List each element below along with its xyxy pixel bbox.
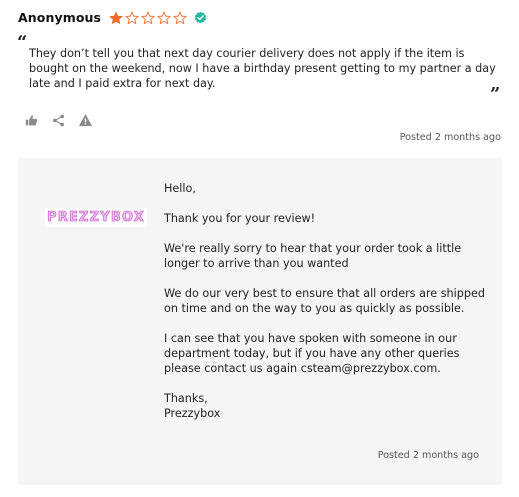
reply-paragraph: I can see that you have spoken with some… (164, 332, 460, 375)
star-empty-icon (157, 11, 171, 24)
reply-body: Hello, Thank you for your review! We're … (164, 181, 489, 421)
review-actions (25, 114, 106, 127)
star-empty-icon (141, 11, 155, 24)
reply-signature: Prezzybox (164, 407, 221, 420)
share-icon[interactable] (52, 114, 65, 127)
review-text: They don’t tell you that next day courie… (29, 47, 496, 90)
star-empty-icon (173, 11, 187, 24)
close-quote-mark: ” (490, 84, 501, 105)
star-rating (109, 11, 189, 25)
review-author: Anonymous (18, 10, 102, 25)
reply-posted-date: Posted 2 months ago (377, 450, 479, 461)
reply-greeting: Hello, (164, 182, 196, 195)
reply-paragraph: Thank you for your review! (164, 212, 316, 225)
thumbs-up-icon[interactable] (25, 114, 38, 127)
verified-check-icon (194, 11, 207, 24)
reply-paragraph: We're really sorry to hear that your ord… (164, 242, 462, 270)
reply-signoff: Thanks, (164, 392, 208, 405)
company-reply: PREZZYBOX Hello, Thank you for your revi… (18, 158, 502, 485)
open-quote-mark: “ (17, 32, 28, 53)
star-filled-icon (109, 11, 123, 24)
review-header: Anonymous (18, 10, 207, 25)
reply-paragraph: We do our very best to ensure that all o… (164, 287, 485, 315)
warning-icon[interactable] (79, 114, 92, 127)
review-posted-date: Posted 2 months ago (399, 132, 501, 143)
prezzybox-logo: PREZZYBOX (45, 208, 148, 227)
star-empty-icon (125, 11, 139, 24)
